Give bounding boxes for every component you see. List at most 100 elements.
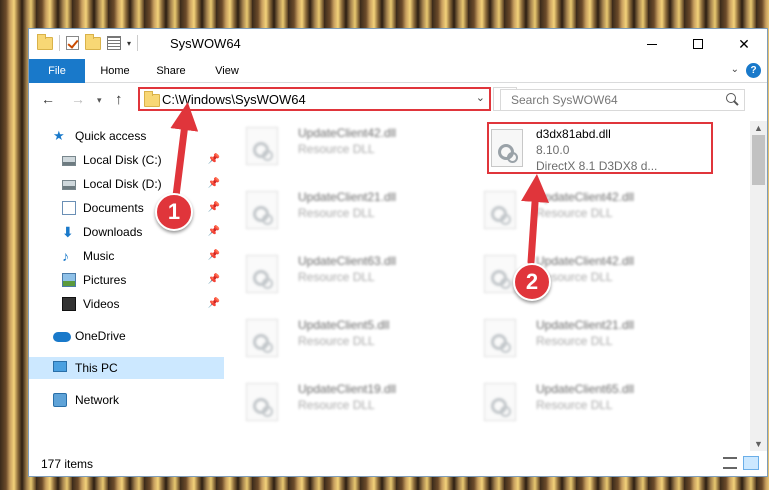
file-name: UpdateClient21.dll — [536, 318, 635, 332]
maximize-button[interactable] — [675, 29, 721, 59]
tab-view[interactable]: View — [205, 59, 249, 83]
recent-locations-chevron-icon[interactable]: ▾ — [97, 95, 102, 106]
address-path[interactable]: C:\Windows\SysWOW64 — [162, 92, 306, 107]
file-name: UpdateClient42.dll — [298, 126, 397, 140]
title-bar: ▾ SysWOW64 ✕ — [29, 29, 767, 59]
scroll-down-icon[interactable]: ▼ — [754, 439, 763, 449]
file-description: DirectX 8.1 D3DX8 d... — [536, 159, 658, 173]
maximize-icon — [693, 39, 703, 49]
dll-file-icon — [491, 129, 523, 167]
file-type: Resource DLL — [298, 334, 375, 348]
sidebar-item-label: OneDrive — [75, 329, 126, 343]
file-name: UpdateClient63.dll — [298, 254, 397, 268]
sidebar-item-this-pc[interactable]: This PC — [29, 357, 224, 379]
sidebar-item-local-disk-c[interactable]: Local Disk (C:) 📌 — [29, 149, 224, 171]
sidebar-item-pictures[interactable]: Pictures 📌 — [29, 269, 224, 291]
file-item[interactable]: UpdateClient21.dll Resource DLL — [466, 315, 692, 367]
tiles-view-icon[interactable] — [743, 456, 759, 470]
forward-arrow-icon[interactable]: → — [71, 91, 85, 107]
sidebar-item-label: Network — [75, 393, 120, 407]
up-arrow-icon[interactable]: ↑ — [115, 91, 123, 108]
pin-icon[interactable]: 📌 — [208, 245, 220, 267]
cloud-icon — [53, 332, 71, 342]
scroll-thumb[interactable] — [752, 135, 765, 185]
tab-home[interactable]: Home — [91, 59, 139, 83]
vertical-scrollbar[interactable]: ▲ ▼ — [750, 121, 767, 451]
dll-file-icon — [246, 191, 278, 229]
file-item[interactable]: UpdateClient5.dll Resource DLL — [228, 315, 454, 367]
navigation-pane: ★ Quick access Local Disk (C:) 📌 Local D… — [29, 121, 224, 451]
expand-ribbon-icon[interactable]: ⌄ — [731, 64, 739, 75]
sidebar-item-label: This PC — [75, 361, 118, 375]
videos-icon — [62, 297, 76, 311]
sidebar-item-network[interactable]: Network — [29, 389, 224, 411]
sidebar-item-label: Local Disk (C:) — [83, 153, 162, 167]
tab-file[interactable]: File — [29, 59, 85, 83]
folder-icon — [144, 91, 160, 107]
scroll-up-icon[interactable]: ▲ — [754, 123, 763, 133]
pin-icon[interactable]: 📌 — [208, 149, 220, 171]
file-item[interactable]: UpdateClient42.dll Resource DLL — [466, 251, 692, 303]
file-name: UpdateClient65.dll — [536, 382, 635, 396]
file-item[interactable]: UpdateClient21.dll Resource DLL — [228, 187, 454, 239]
music-icon: ♪ — [62, 248, 69, 264]
minimize-button[interactable] — [629, 29, 675, 59]
search-icon[interactable] — [726, 93, 736, 103]
callout-badge-2: 2 — [513, 263, 551, 301]
back-arrow-icon[interactable]: ← — [41, 91, 55, 107]
sidebar-item-documents[interactable]: Documents 📌 — [29, 197, 224, 219]
dll-file-icon — [484, 255, 516, 293]
toolbar-separator — [59, 35, 60, 51]
file-name: d3dx81abd.dll — [536, 127, 611, 141]
sidebar-item-quick-access[interactable]: ★ Quick access — [29, 125, 224, 147]
pin-icon[interactable]: 📌 — [208, 173, 220, 195]
file-type: Resource DLL — [298, 206, 375, 220]
network-icon — [53, 393, 67, 407]
sidebar-item-label: Videos — [83, 297, 120, 311]
dll-file-icon — [484, 191, 516, 229]
new-folder-icon[interactable] — [85, 33, 101, 50]
pin-icon[interactable]: 📌 — [208, 269, 220, 291]
file-name: UpdateClient19.dll — [298, 382, 397, 396]
help-icon[interactable]: ? — [746, 63, 761, 78]
pin-icon[interactable]: 📌 — [208, 221, 220, 243]
dll-file-icon — [246, 383, 278, 421]
file-item[interactable]: UpdateClient63.dll Resource DLL — [228, 251, 454, 303]
file-name: UpdateClient42.dll — [536, 254, 635, 268]
chevron-down-icon[interactable]: ▾ — [127, 39, 131, 48]
address-bar[interactable]: C:\Windows\SysWOW64 ⌄ — [138, 87, 491, 111]
sidebar-item-local-disk-d[interactable]: Local Disk (D:) 📌 — [29, 173, 224, 195]
pin-icon[interactable]: 📌 — [208, 197, 220, 219]
dll-file-icon — [484, 319, 516, 357]
pin-icon[interactable]: 📌 — [208, 293, 220, 315]
sidebar-item-onedrive[interactable]: OneDrive — [29, 325, 224, 347]
documents-icon — [62, 201, 76, 215]
window-title: SysWOW64 — [170, 36, 241, 51]
sidebar-item-label: Documents — [83, 201, 144, 215]
close-button[interactable]: ✕ — [721, 29, 767, 59]
tab-share[interactable]: Share — [147, 59, 195, 83]
file-item[interactable]: UpdateClient65.dll Resource DLL — [466, 379, 692, 431]
sidebar-item-downloads[interactable]: ⬇ Downloads 📌 — [29, 221, 224, 243]
file-type: Resource DLL — [298, 270, 375, 284]
dll-file-icon — [246, 127, 278, 165]
file-item-d3dx81abd[interactable]: d3dx81abd.dll 8.10.0 DirectX 8.1 D3DX8 d… — [487, 122, 713, 174]
chevron-down-icon[interactable]: ⌄ — [476, 91, 485, 104]
file-item[interactable]: UpdateClient19.dll Resource DLL — [228, 379, 454, 431]
downloads-icon: ⬇ — [62, 224, 74, 240]
item-count: 177 items — [41, 457, 94, 471]
sidebar-item-videos[interactable]: Videos 📌 — [29, 293, 224, 315]
file-item[interactable]: UpdateClient42.dll Resource DLL — [228, 123, 454, 175]
properties-check-icon[interactable] — [66, 36, 79, 50]
customize-icon[interactable] — [107, 36, 121, 50]
sidebar-item-music[interactable]: ♪ Music 📌 — [29, 245, 224, 267]
sidebar-item-label: Music — [83, 249, 115, 263]
pc-icon — [53, 361, 67, 372]
close-icon: ✕ — [738, 35, 750, 52]
details-view-icon[interactable] — [723, 457, 737, 469]
search-placeholder: Search SysWOW64 — [511, 93, 618, 107]
file-version: 8.10.0 — [536, 143, 570, 157]
search-input[interactable]: Search SysWOW64 — [500, 89, 745, 111]
dll-file-icon — [246, 255, 278, 293]
file-item[interactable]: UpdateClient42.dll Resource DLL — [466, 187, 692, 239]
